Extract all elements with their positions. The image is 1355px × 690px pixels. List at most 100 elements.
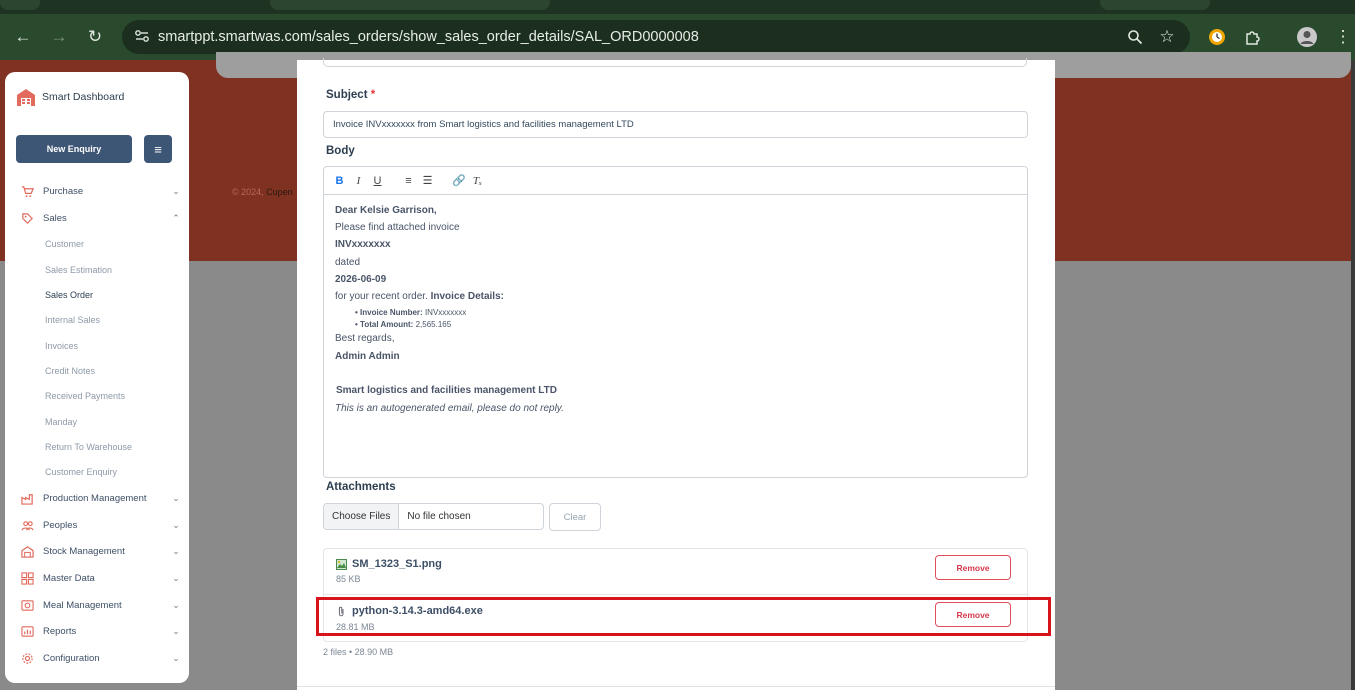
attachments-label: Attachments <box>326 481 396 493</box>
sidebar-item-configuration[interactable]: Configuration ⌄ <box>21 650 181 666</box>
address-bar[interactable]: smartppt.smartwas.com/sales_orders/show_… <box>122 20 1190 54</box>
browser-menu-icon[interactable]: ⋮ <box>1330 24 1355 50</box>
sidebar-item-stock[interactable]: Stock Management ⌄ <box>21 543 181 559</box>
site-settings-icon[interactable] <box>134 28 150 44</box>
sidebar-subitem-customer-enquiry[interactable]: Customer Enquiry <box>45 467 117 477</box>
email-order-line: for your recent order. Invoice Details: <box>335 291 504 302</box>
warehouse-icon <box>21 545 34 558</box>
subject-input[interactable]: Invoice INVxxxxxxx from Smart logistics … <box>323 111 1028 138</box>
detail-value: 2,565.165 <box>415 320 452 329</box>
sidebar-subitem-internal-sales[interactable]: Internal Sales <box>45 315 100 325</box>
clear-button[interactable]: Clear <box>549 503 601 531</box>
clear-format-icon[interactable]: Tₓ <box>471 175 484 187</box>
brand[interactable]: Smart Dashboard <box>16 87 124 107</box>
image-file-icon <box>336 558 347 570</box>
copyright-prefix: © 2024, <box>232 187 267 197</box>
sidebar-item-meal[interactable]: Meal Management ⌄ <box>21 597 181 613</box>
detail-value: INVxxxxxxx <box>424 308 467 317</box>
hamburger-icon: ≡ <box>154 141 162 157</box>
sidebar-subitem-credit-notes[interactable]: Credit Notes <box>45 366 95 376</box>
email-detail-invoice: • Invoice Number: INVxxxxxxx <box>355 308 466 317</box>
zoom-icon[interactable] <box>1122 24 1148 50</box>
sidebar-item-master-data[interactable]: Master Data ⌄ <box>21 570 181 586</box>
tab-strip <box>0 0 1355 14</box>
chevron-down-icon: ⌄ <box>172 545 180 556</box>
chevron-up-icon: ⌃ <box>172 212 180 223</box>
grid-icon <box>21 571 34 585</box>
email-disclaimer: This is an autogenerated email, please d… <box>335 403 564 414</box>
sidebar-label-configuration: Configuration <box>43 652 100 664</box>
sidebar-item-purchase[interactable]: Purchase ⌄ <box>21 183 181 199</box>
sidebar-subitem-received-payments[interactable]: Received Payments <box>45 391 125 401</box>
sidebar-subitem-customer[interactable]: Customer <box>45 239 84 249</box>
italic-icon[interactable]: I <box>352 175 365 187</box>
tab-search-button[interactable] <box>0 0 40 10</box>
sidebar-label-master-data: Master Data <box>43 572 95 584</box>
forward-icon[interactable]: → <box>46 24 72 50</box>
chevron-down-icon: ⌄ <box>172 652 180 663</box>
bold-icon[interactable]: B <box>333 175 346 187</box>
sidebar-item-production[interactable]: Production Management ⌄ <box>21 490 181 506</box>
send-email-modal: Subject * Invoice INVxxxxxxx from Smart … <box>297 58 1055 690</box>
attachment-size: 85 KB <box>336 574 361 584</box>
url-text[interactable]: smartppt.smartwas.com/sales_orders/show_… <box>158 29 699 45</box>
highlight-box <box>316 597 1051 636</box>
ordered-list-icon[interactable]: ≡ <box>402 175 415 187</box>
sidebar-label-sales: Sales <box>43 212 67 224</box>
sidebar-label-stock: Stock Management <box>43 545 125 557</box>
email-sender: Admin Admin <box>335 351 400 362</box>
email-invoice-number: INVxxxxxxx <box>335 239 391 250</box>
attachment-summary: 2 files • 28.90 MB <box>323 647 394 657</box>
sidebar-label-meal: Meal Management <box>43 599 122 611</box>
reload-icon[interactable]: ↻ <box>82 24 108 50</box>
chevron-down-icon: ⌄ <box>172 572 180 583</box>
email-line: Please find attached invoice <box>335 222 460 233</box>
meal-icon <box>21 599 34 611</box>
factory-icon <box>21 493 33 505</box>
sidebar-item-peoples[interactable]: Peoples ⌄ <box>21 517 181 533</box>
required-mark: * <box>370 89 376 101</box>
page-scrollbar[interactable] <box>1351 60 1355 690</box>
sales-tag-icon <box>22 212 33 224</box>
sidebar-item-reports[interactable]: Reports ⌄ <box>21 623 181 639</box>
chevron-down-icon: ⌄ <box>172 519 180 530</box>
sidebar-item-sales[interactable]: Sales ⌃ <box>21 210 181 226</box>
underline-icon[interactable]: U <box>371 175 384 187</box>
chevron-down-icon: ⌄ <box>172 492 180 503</box>
modal-footer-divider <box>297 686 1055 687</box>
back-icon[interactable]: ← <box>10 24 36 50</box>
sidebar-subitem-invoices[interactable]: Invoices <box>45 341 78 351</box>
subject-label-text: Subject <box>326 89 368 101</box>
profile-avatar-icon[interactable] <box>1294 24 1320 50</box>
sidebar-label-purchase: Purchase <box>43 185 84 197</box>
copyright-name[interactable]: Cupen <box>266 187 293 197</box>
choose-files-button[interactable]: Choose Files <box>324 504 400 529</box>
chevron-down-icon: ⌄ <box>172 599 180 610</box>
reports-icon <box>21 625 34 637</box>
extension-clock-icon[interactable] <box>1204 24 1230 50</box>
sidebar-label-reports: Reports <box>43 625 77 637</box>
sidebar-subitem-manday[interactable]: Manday <box>45 417 77 427</box>
chevron-down-icon: ⌄ <box>172 185 180 196</box>
browser-tab[interactable] <box>270 0 550 10</box>
sidebar-subitem-sales-order[interactable]: Sales Order <box>45 290 93 300</box>
new-enquiry-button[interactable]: New Enquiry <box>16 135 132 163</box>
cart-icon <box>21 185 34 197</box>
body-editor[interactable]: B I U ≡ ☰ 🔗 Tₓ Dear Kelsie Garrison, Ple… <box>323 166 1028 478</box>
sidebar-subitem-sales-estimation[interactable]: Sales Estimation <box>45 265 112 275</box>
divider <box>324 594 1029 595</box>
bullet-list-icon[interactable]: ☰ <box>421 174 434 187</box>
brand-name: Smart Dashboard <box>42 91 125 103</box>
extensions-puzzle-icon[interactable] <box>1240 24 1266 50</box>
file-input[interactable]: Choose Files No file chosen <box>323 503 544 530</box>
sidebar-toggle-button[interactable]: ≡ <box>144 135 172 163</box>
sidebar-subitem-return-to-warehouse[interactable]: Return To Warehouse <box>45 442 132 452</box>
previous-field[interactable] <box>323 58 1027 67</box>
bookmark-star-icon[interactable]: ☆ <box>1154 24 1180 50</box>
people-icon <box>21 520 34 530</box>
browser-tab[interactable] <box>1100 0 1210 10</box>
remove-attachment-button[interactable]: Remove <box>935 555 1011 580</box>
email-details-heading: Invoice Details: <box>430 291 504 302</box>
sidebar-label-production: Production Management <box>43 492 147 504</box>
link-icon[interactable]: 🔗 <box>452 174 466 187</box>
